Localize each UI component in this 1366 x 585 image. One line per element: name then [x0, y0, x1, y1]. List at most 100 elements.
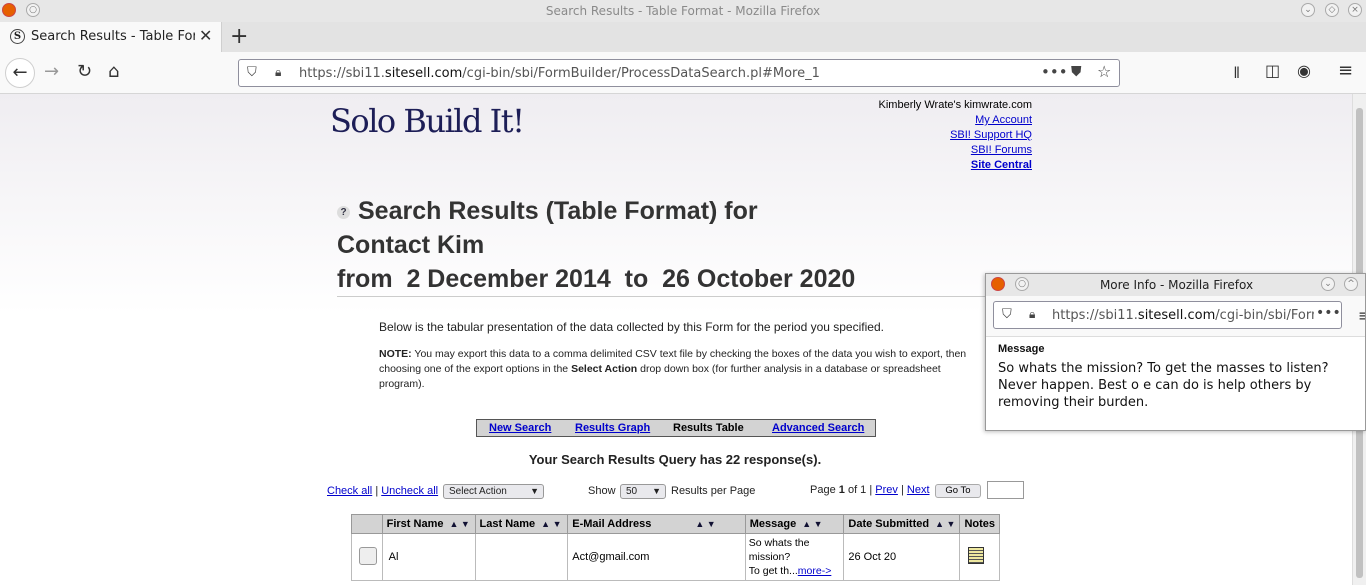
check-controls: Check all | Uncheck all: [327, 485, 439, 497]
sitesell-favicon-icon: S: [10, 29, 25, 44]
notes-icon[interactable]: [968, 547, 985, 564]
export-note: NOTE: You may export this data to a comm…: [379, 348, 967, 390]
results-table: First Name ▲ ▼ Last Name ▲ ▼ E-Mail Addres…: [351, 514, 1000, 581]
sort-arrows-icon[interactable]: ▲ ▼: [935, 519, 955, 529]
close-tab-icon[interactable]: ✕: [199, 26, 212, 45]
pocket-icon[interactable]: ⛊: [1071, 64, 1082, 80]
sort-arrows-icon[interactable]: ▲ ▼: [541, 519, 561, 529]
uncheck-all-link[interactable]: Uncheck all: [381, 485, 438, 497]
user-site-label: Kimberly Wrate's kimwrate.com: [878, 99, 1032, 111]
page-actions-icon[interactable]: •••: [1316, 305, 1341, 321]
pagination: Page 1 of 1 | Prev | Next: [810, 484, 930, 496]
column-header-email[interactable]: E-Mail Address ▲ ▼: [567, 514, 746, 534]
cell-last-name: [474, 533, 569, 581]
tab-label: Search Results - Table Format: [31, 29, 195, 44]
page-actions-icon[interactable]: •••: [1041, 63, 1068, 81]
sort-arrows-icon[interactable]: ▲ ▼: [695, 519, 715, 529]
popup-maximize-icon[interactable]: ^: [1344, 277, 1358, 291]
column-header-date-submitted[interactable]: Date Submitted ▲ ▼: [843, 514, 961, 534]
url-bar[interactable]: ⛉ 🔒︎ https://sbi11.sitesell.com/cgi-bin/…: [238, 59, 1120, 87]
title-line-2: Contact Kim: [337, 231, 485, 259]
lock-icon[interactable]: 🔒︎: [275, 65, 281, 80]
shield-icon[interactable]: ⛉: [247, 65, 257, 80]
cell-message: So whats the mission? To get th...more->: [744, 533, 845, 581]
tab-results-graph[interactable]: Results Graph: [575, 422, 650, 434]
forums-link[interactable]: SBI! Forums: [850, 143, 1032, 158]
reload-icon[interactable]: ↻: [77, 61, 92, 82]
go-to-button[interactable]: Go To: [935, 484, 981, 498]
table-row: Al Act@gmail.com So whats the mission? T…: [351, 533, 1000, 581]
page-title: ? Search Results (Table Format) for Conta…: [337, 194, 855, 296]
site-central-link[interactable]: Site Central: [850, 158, 1032, 173]
forward-arrow-icon[interactable]: →: [44, 61, 59, 82]
cell-first-name: Al: [381, 533, 476, 581]
column-header-last-name[interactable]: Last Name ▲ ▼: [474, 514, 569, 534]
prev-link[interactable]: Prev: [875, 484, 898, 496]
select-column-header: [351, 514, 383, 534]
title-line-1: Search Results (Table Format) for: [358, 197, 758, 225]
column-header-message[interactable]: Message ▲ ▼: [744, 514, 845, 534]
sort-arrows-icon[interactable]: ▲ ▼: [449, 519, 469, 529]
cell-date: 26 Oct 20: [843, 533, 961, 581]
next-link[interactable]: Next: [907, 484, 930, 496]
show-label: Show: [588, 485, 616, 497]
new-tab-icon[interactable]: +: [230, 24, 248, 49]
title-line-3: from 2 December 2014 to 26 October 2020: [337, 265, 856, 293]
popup-title: More Info - Mozilla Firefox: [1099, 278, 1254, 292]
select-action-dropdown[interactable]: Select Action ▼: [443, 484, 544, 499]
chevron-down-icon: ▼: [530, 486, 539, 496]
menu-hamburger-icon[interactable]: ≡: [1338, 60, 1353, 81]
results-nav-tabs: New Search Results Graph Results Table A…: [476, 419, 876, 437]
home-icon[interactable]: ⌂: [108, 61, 119, 82]
window-title: Search Results - Table Format - Mozilla …: [545, 4, 821, 18]
navigation-toolbar: ← → ↻ ⌂ ⛉ 🔒︎ https://sbi11.sitesell.com/…: [0, 52, 1366, 94]
tab-new-search[interactable]: New Search: [489, 422, 551, 434]
popup-menu-hamburger-icon[interactable]: ≡: [1358, 306, 1365, 325]
shield-icon[interactable]: ⛉: [1002, 307, 1012, 322]
sort-arrows-icon[interactable]: ▲ ▼: [802, 519, 822, 529]
more-info-popup: ○ More Info - Mozilla Firefox ⌄ ^ ⛉ 🔒︎ h…: [985, 273, 1366, 431]
column-header-notes: Notes: [959, 514, 1000, 534]
cell-email: Act@gmail.com: [567, 533, 746, 581]
title-divider: [337, 296, 987, 297]
row-select-cell: [351, 533, 383, 581]
back-arrow-icon[interactable]: ←: [5, 58, 35, 88]
close-window-icon[interactable]: ×: [1348, 3, 1362, 17]
account-links: Kimberly Wrate's kimwrate.com My Account…: [850, 98, 1032, 173]
sbi-logo[interactable]: Solo Build It!: [330, 102, 525, 140]
bookmark-star-icon[interactable]: ☆: [1097, 62, 1111, 81]
column-header-first-name[interactable]: First Name ▲ ▼: [381, 514, 476, 534]
tab-search-results[interactable]: S Search Results - Table Format ✕: [0, 22, 222, 52]
minimize-icon[interactable]: ⌄: [1301, 3, 1315, 17]
response-count: Your Search Results Query has 22 respons…: [528, 452, 822, 467]
popup-titlebar: ○ More Info - Mozilla Firefox ⌄ ^: [986, 274, 1365, 296]
lock-icon[interactable]: 🔒︎: [1029, 307, 1035, 322]
support-hq-link[interactable]: SBI! Support HQ: [850, 128, 1032, 143]
tab-results-table: Results Table: [673, 422, 744, 434]
maximize-icon[interactable]: ◇: [1325, 3, 1339, 17]
tab-advanced-search[interactable]: Advanced Search: [772, 422, 864, 434]
popup-url-text: https://sbi11.sitesell.com/cgi-bin/sbi/F…: [1052, 308, 1314, 323]
popup-navbar: ⛉ 🔒︎ https://sbi11.sitesell.com/cgi-bin/…: [986, 296, 1365, 337]
page-number-input[interactable]: [987, 481, 1024, 499]
window-titlebar: ○ Search Results - Table Format - Mozill…: [0, 0, 1366, 22]
description-text: Below is the tabular presentation of the…: [379, 320, 884, 334]
more-link[interactable]: more->: [798, 565, 832, 577]
my-account-link[interactable]: My Account: [850, 113, 1032, 128]
row-checkbox[interactable]: [359, 546, 377, 565]
tab-strip: S Search Results - Table Format ✕ +: [0, 22, 1366, 52]
sidebar-icon[interactable]: ◫: [1265, 61, 1280, 80]
chevron-down-icon: ▼: [652, 486, 661, 496]
url-text: https://sbi11.sitesell.com/cgi-bin/sbi/F…: [299, 66, 820, 81]
popup-url-bar[interactable]: ⛉ 🔒︎ https://sbi11.sitesell.com/cgi-bin/…: [993, 301, 1342, 329]
per-page-dropdown[interactable]: 50 ▼: [620, 484, 666, 499]
popup-minimize-icon[interactable]: ⌄: [1321, 277, 1335, 291]
help-icon[interactable]: ?: [337, 205, 350, 219]
library-icon[interactable]: 𝍪: [1234, 62, 1239, 89]
table-header-row: First Name ▲ ▼ Last Name ▲ ▼ E-Mail Addres…: [351, 514, 1000, 534]
account-icon[interactable]: ◉: [1297, 61, 1311, 80]
message-text: So whats the mission? To get the masses …: [998, 361, 1329, 410]
cell-notes: [959, 533, 1000, 581]
message-label: Message: [998, 343, 1045, 355]
check-all-link[interactable]: Check all: [327, 485, 372, 497]
